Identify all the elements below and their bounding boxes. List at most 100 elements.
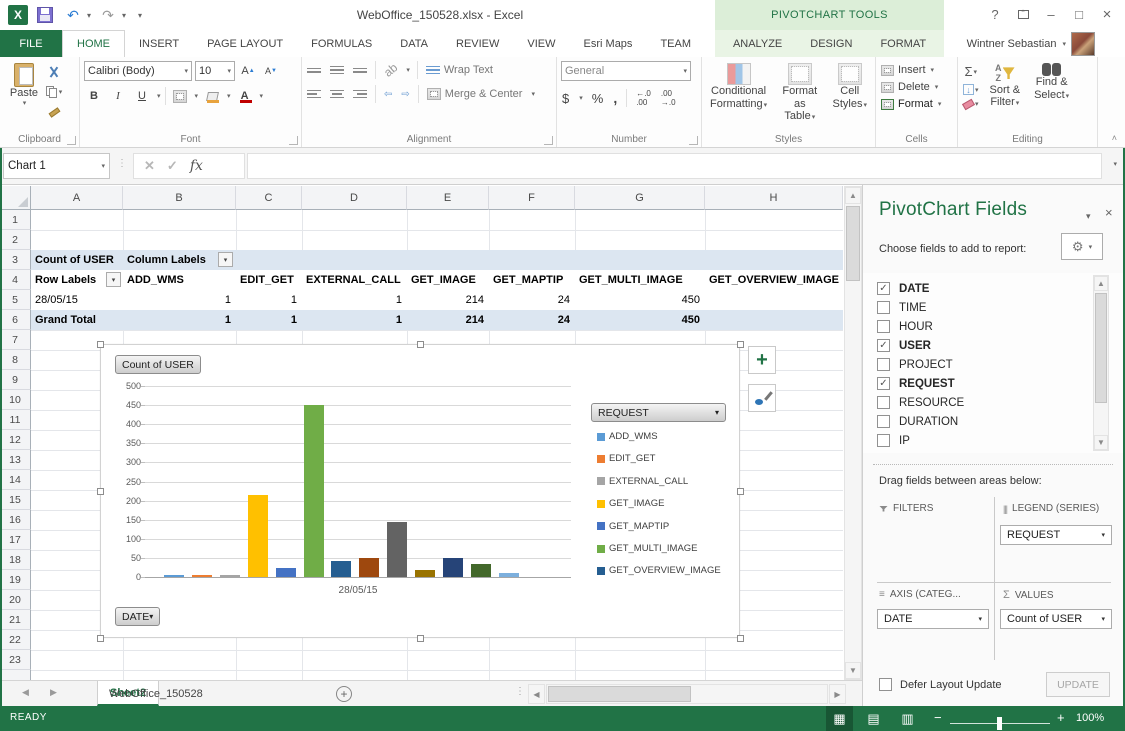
alignment-dialog-launcher-icon[interactable] <box>544 136 553 145</box>
hscroll-right-icon[interactable]: ▶ <box>829 684 846 704</box>
row-header-16[interactable]: 16 <box>0 510 31 530</box>
tools-button[interactable]: ⚙▾ <box>1061 233 1103 260</box>
column-header-E[interactable]: E <box>407 186 489 210</box>
row-header-22[interactable]: 22 <box>0 630 31 650</box>
decrease-decimal-button[interactable]: .00→.0 <box>660 88 677 108</box>
checkbox-checked-icon[interactable]: ✓ <box>877 339 890 352</box>
tab-team[interactable]: TEAM <box>646 30 705 57</box>
borders-button[interactable] <box>170 87 190 105</box>
clear-button[interactable]: ▾ <box>962 99 980 109</box>
tab-home[interactable]: HOME <box>62 30 125 57</box>
column-header-D[interactable]: D <box>302 186 407 210</box>
cell-A5[interactable]: 28/05/15 <box>31 290 123 310</box>
fill-color-button[interactable] <box>202 87 222 105</box>
field-scroll-down-icon[interactable]: ▼ <box>1094 435 1108 450</box>
format-cells-button[interactable]: Format▾ <box>880 97 953 111</box>
borders-caret-icon[interactable]: ▾ <box>195 92 199 100</box>
chart-selection-handle[interactable] <box>417 341 424 348</box>
bar-EDIT_GET[interactable] <box>192 575 212 577</box>
field-item-time[interactable]: TIME <box>877 298 926 317</box>
row-header-21[interactable]: 21 <box>0 610 31 630</box>
bar-series-9[interactable] <box>387 522 407 577</box>
fill-color-caret-icon[interactable]: ▾ <box>227 92 231 100</box>
paste-button[interactable]: Paste▾ <box>4 61 44 110</box>
scroll-down-icon[interactable]: ▼ <box>845 662 861 679</box>
tab-splitter[interactable]: ⋮ <box>515 686 525 697</box>
row-header-12[interactable]: 12 <box>0 430 31 450</box>
currency-button[interactable]: $ <box>561 90 570 107</box>
tab-page-layout[interactable]: PAGE LAYOUT <box>193 30 297 57</box>
ribbon-display-options-button[interactable]: ^ <box>1009 3 1037 25</box>
column-header-H[interactable]: H <box>705 186 843 210</box>
merge-center-caret-icon[interactable]: ▾ <box>531 90 535 98</box>
defer-layout-update[interactable]: Defer Layout Update <box>879 678 1002 691</box>
save-button[interactable] <box>34 4 56 26</box>
cell-E6[interactable]: 214 <box>407 310 489 330</box>
bar-series-10[interactable] <box>415 570 435 577</box>
scroll-up-icon[interactable]: ▲ <box>845 187 861 204</box>
close-button[interactable]: × <box>1093 3 1121 25</box>
row-header-17[interactable]: 17 <box>0 530 31 550</box>
field-item-request[interactable]: ✓REQUEST <box>877 374 955 393</box>
tab-analyze[interactable]: ANALYZE <box>719 30 796 57</box>
zoom-in-button[interactable]: + <box>1057 710 1065 725</box>
font-color-button[interactable]: A <box>235 87 255 105</box>
format-as-table-button[interactable]: Format asTable▾ <box>771 61 828 125</box>
vertical-scrollbar[interactable]: ▲ ▼ <box>844 186 862 680</box>
hscroll-left-icon[interactable]: ◀ <box>528 684 545 704</box>
insert-function-icon[interactable]: fx <box>190 158 203 174</box>
cell-B5[interactable]: 1 <box>123 290 236 310</box>
row-header-4[interactable]: 4 <box>0 270 31 290</box>
row-header-20[interactable]: 20 <box>0 590 31 610</box>
align-center-button[interactable] <box>329 87 345 102</box>
chart-axis-field-button[interactable]: DATE▾ <box>115 607 160 626</box>
font-color-caret-icon[interactable]: ▾ <box>260 92 264 100</box>
row-header-19[interactable]: 19 <box>0 570 31 590</box>
cell-C6[interactable]: 1 <box>236 310 302 330</box>
grow-font-button[interactable]: A▲ <box>238 62 258 80</box>
sheet-tab-weboffice_150528[interactable]: WebOffice_150528 <box>97 681 215 706</box>
shrink-font-button[interactable]: A▼ <box>261 62 281 80</box>
cell-A6[interactable]: Grand Total <box>31 310 123 330</box>
bar-GET_MAPTIP[interactable] <box>276 568 296 577</box>
row-header-13[interactable]: 13 <box>0 450 31 470</box>
increase-decimal-button[interactable]: ←.0.00 <box>635 88 652 108</box>
column-header-B[interactable]: B <box>123 186 236 210</box>
chart-value-field-button[interactable]: Count of USER <box>115 355 201 374</box>
field-item-ip[interactable]: IP <box>877 431 910 450</box>
new-sheet-button[interactable]: + <box>336 686 352 702</box>
tab-esri-maps[interactable]: Esri Maps <box>570 30 647 57</box>
cell-E5[interactable]: 214 <box>407 290 489 310</box>
collapse-ribbon-button[interactable]: ˄ <box>1112 133 1117 143</box>
chart-legend-field-button[interactable]: REQUEST▾ <box>591 403 726 422</box>
autosum-button[interactable]: Σ▾ <box>962 63 980 80</box>
column-header-G[interactable]: G <box>575 186 705 210</box>
align-bottom-button[interactable] <box>352 65 368 76</box>
cell-B6[interactable]: 1 <box>123 310 236 330</box>
increase-indent-button[interactable]: ⇨ <box>400 88 410 101</box>
tab-format[interactable]: FORMAT <box>866 30 940 57</box>
help-button[interactable]: ? <box>981 3 1009 25</box>
chart-selection-handle[interactable] <box>737 635 744 642</box>
checkbox-checked-icon[interactable]: ✓ <box>877 377 890 390</box>
cell-F5[interactable]: 24 <box>489 290 575 310</box>
number-dialog-launcher-icon[interactable] <box>689 136 698 145</box>
field-scroll-up-icon[interactable]: ▲ <box>1094 276 1108 291</box>
row-header-24[interactable] <box>0 670 31 680</box>
decrease-indent-button[interactable]: ⇦ <box>383 88 393 101</box>
vertical-scroll-thumb[interactable] <box>846 206 860 281</box>
chart-selection-handle[interactable] <box>417 635 424 642</box>
pane-close-icon[interactable]: × <box>1105 205 1113 220</box>
field-item-user[interactable]: ✓USER <box>877 336 931 355</box>
undo-caret-icon[interactable]: ▾ <box>87 11 91 20</box>
align-middle-button[interactable] <box>329 63 345 78</box>
row-header-6[interactable]: 6 <box>0 310 31 330</box>
row-header-5[interactable]: 5 <box>0 290 31 310</box>
bar-series-8[interactable] <box>359 558 379 577</box>
merge-center-button[interactable]: Merge & Center <box>426 87 524 101</box>
redo-caret-icon[interactable]: ▾ <box>122 11 126 20</box>
bar-GET_MULTI_IMAGE[interactable] <box>304 405 324 577</box>
column-header-C[interactable]: C <box>236 186 302 210</box>
cut-button[interactable] <box>44 63 64 81</box>
chart-styles-button[interactable] <box>748 384 776 412</box>
